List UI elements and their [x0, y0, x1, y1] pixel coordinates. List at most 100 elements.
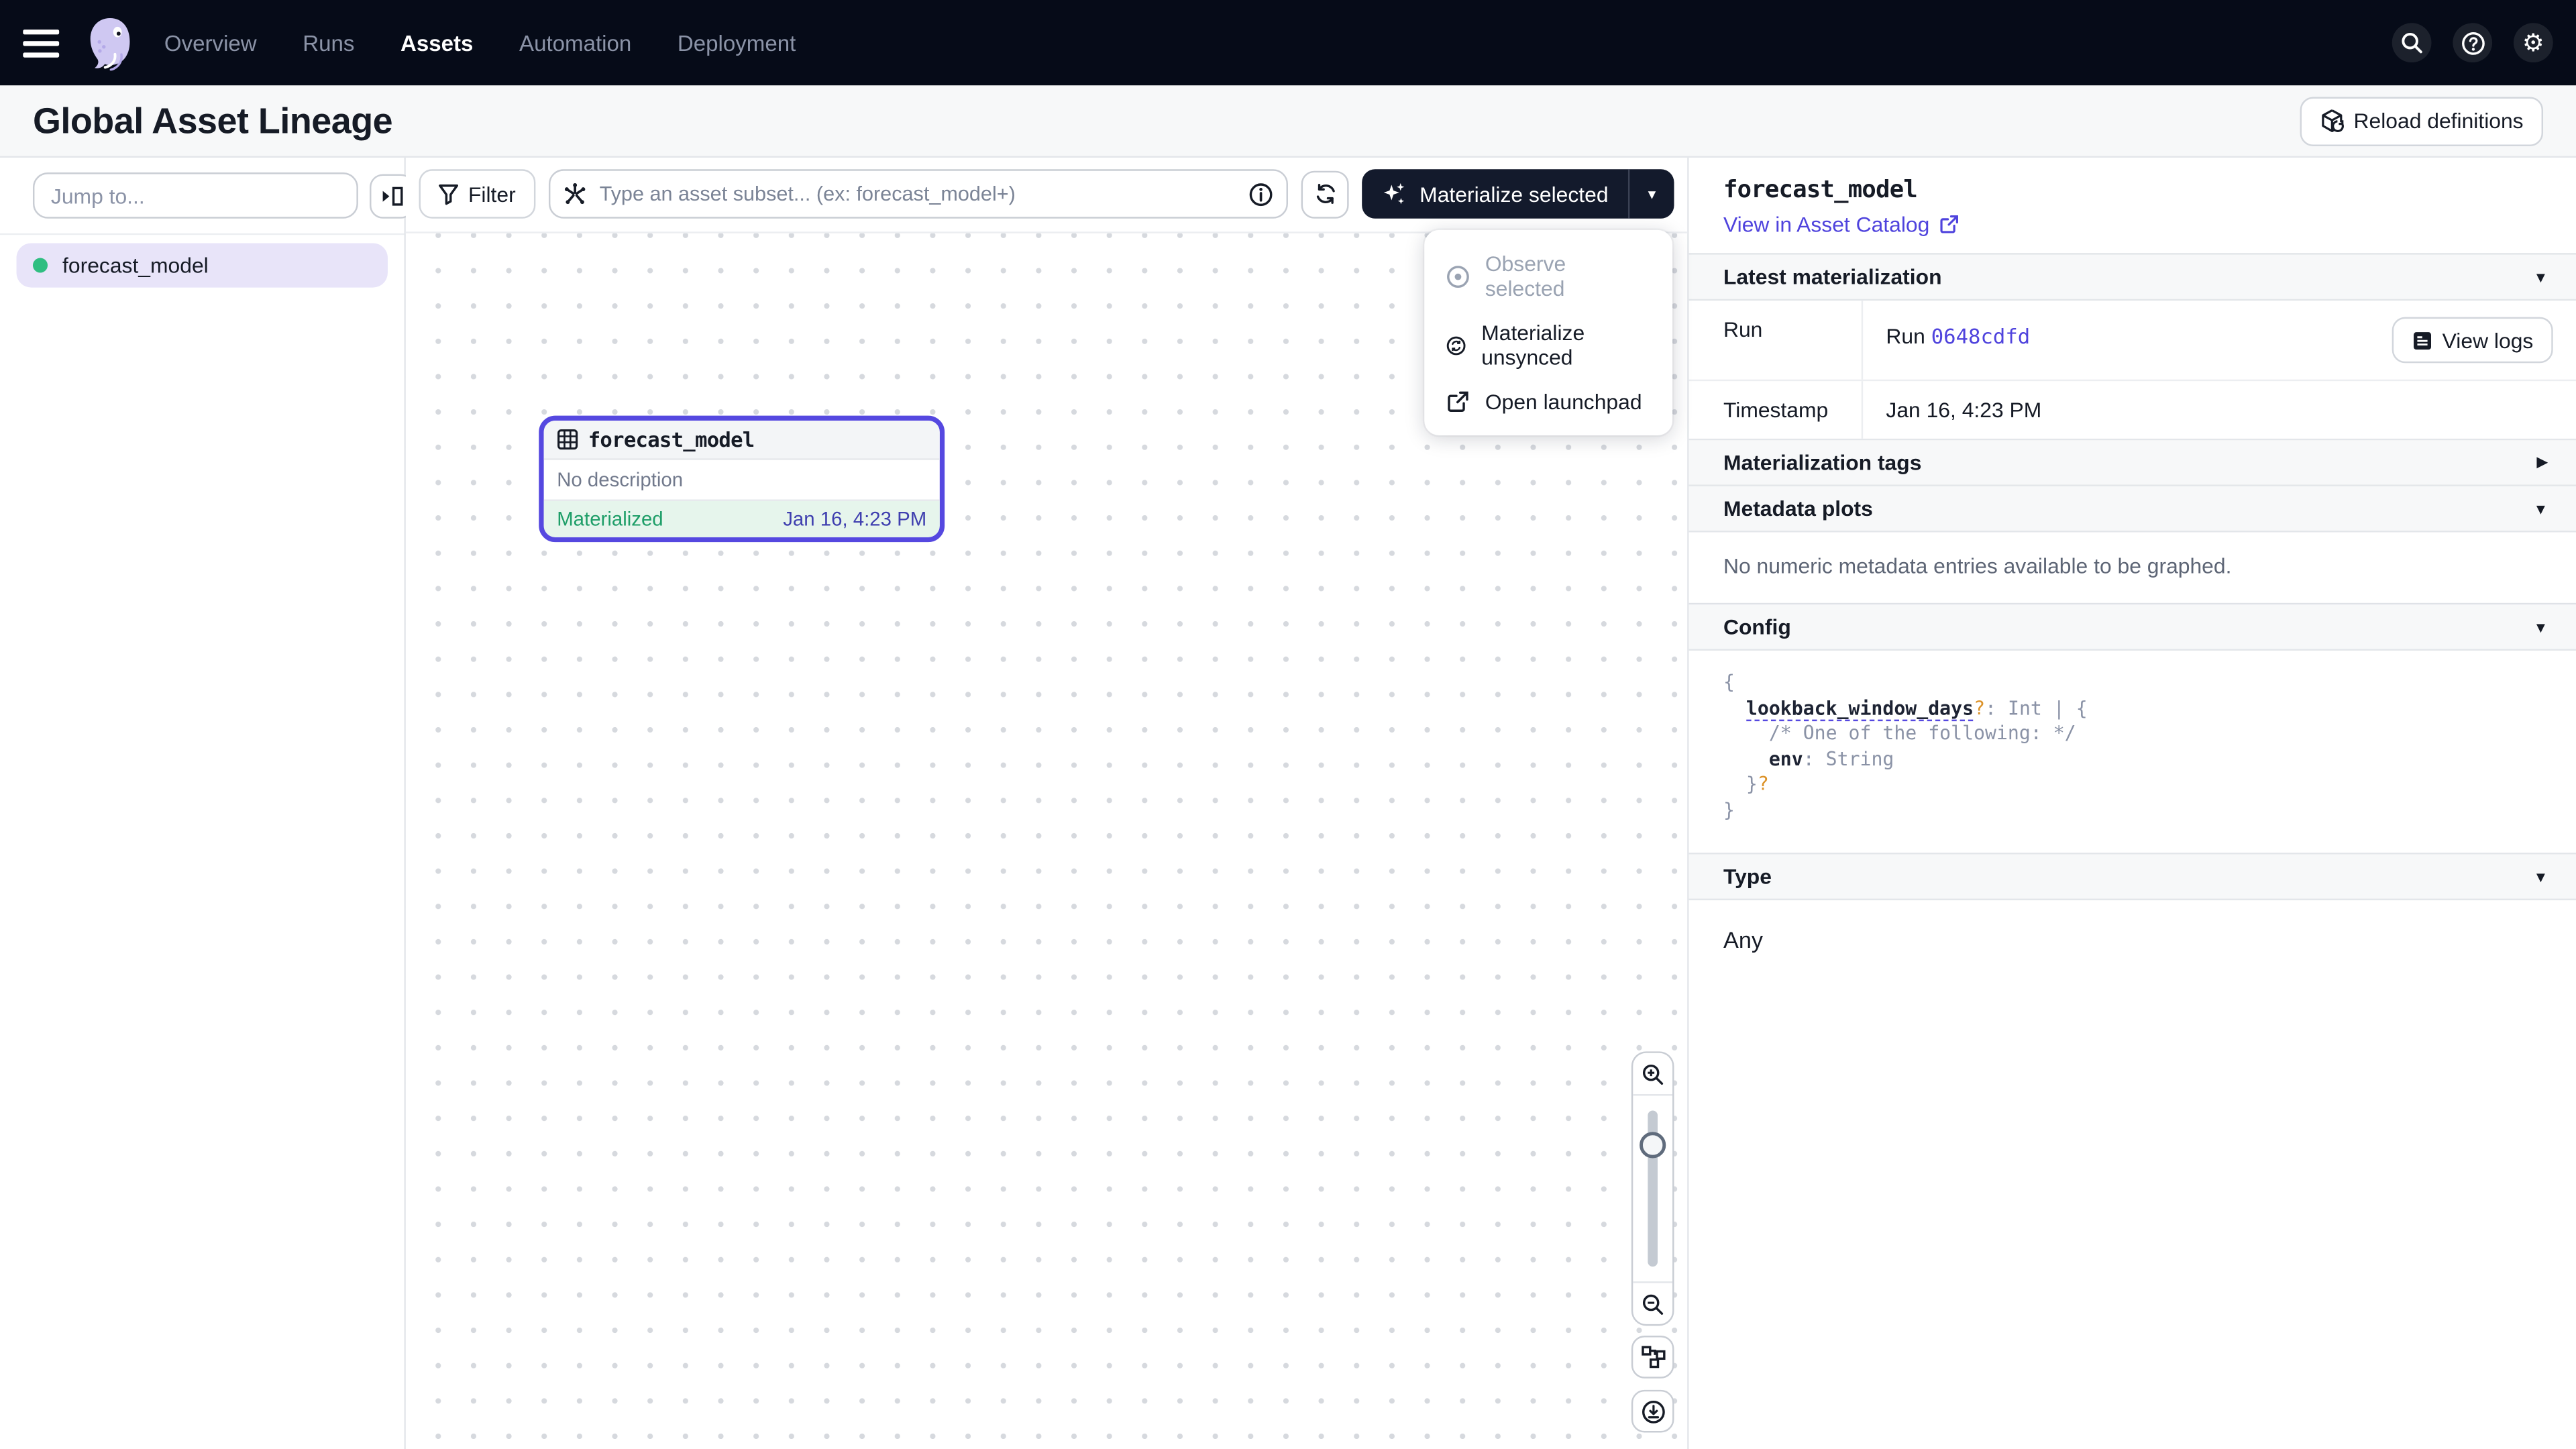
nav-overview[interactable]: Overview [164, 30, 257, 55]
materialize-selected-button[interactable]: Materialize selected [1362, 169, 1627, 218]
download-icon [1640, 1399, 1665, 1424]
asset-node-forecast-model[interactable]: forecast_model No description Materializ… [539, 416, 945, 543]
external-link-icon [1446, 389, 1470, 414]
sparkle-icon [1382, 180, 1408, 207]
timestamp-label: Timestamp [1689, 381, 1864, 439]
nav-automation[interactable]: Automation [519, 30, 631, 55]
run-id-link[interactable]: 0648cdfd [1931, 323, 2030, 348]
sync-icon [1446, 333, 1466, 358]
catalog-link-label: View in Asset Catalog [1723, 212, 1929, 237]
node-timestamp: Jan 16, 4:23 PM [783, 508, 926, 531]
zoom-out-icon [1642, 1292, 1664, 1315]
materialize-dropdown-toggle[interactable]: ▼ [1628, 169, 1674, 218]
lineage-toolbar: Filter [406, 158, 1687, 230]
help-icon [2460, 30, 2485, 55]
external-link-icon [1938, 213, 1960, 235]
run-row: Run Run 0648cdfd View lo [1689, 301, 2576, 381]
table-asset-icon [557, 429, 578, 450]
jump-to-input[interactable] [33, 172, 358, 219]
metadata-plots-empty-message: No numeric metadata entries available to… [1689, 532, 2576, 604]
zoom-in-button[interactable] [1633, 1053, 1672, 1096]
target-icon [1446, 264, 1470, 288]
section-title: Config [1723, 614, 1791, 639]
section-materialization-tags[interactable]: Materialization tags ▶ [1689, 440, 2576, 486]
asset-list-sidebar: forecast_model [0, 158, 406, 1449]
filter-funnel-icon [439, 183, 458, 205]
section-config[interactable]: Config ▼ [1689, 604, 2576, 651]
menu-item-label: Open launchpad [1485, 389, 1642, 414]
menu-item-materialize-unsynced[interactable]: Materialize unsynced [1424, 311, 1672, 380]
reload-definitions-button[interactable]: Reload definitions [2300, 96, 2543, 145]
primary-nav: Overview Runs Assets Automation Deployme… [164, 30, 796, 55]
config-code-block: { lookback_window_days?: Int | { /* One … [1689, 651, 2576, 853]
dagster-logo-icon[interactable] [82, 15, 138, 70]
reload-cube-icon [2319, 109, 2344, 133]
run-label: Run [1689, 301, 1864, 380]
global-asset-lineage-page: Overview Runs Assets Automation Deployme… [0, 0, 2576, 1449]
caret-down-icon: ▼ [2534, 619, 2548, 635]
type-value: Any [1689, 900, 2576, 979]
section-metadata-plots[interactable]: Metadata plots ▼ [1689, 486, 2576, 533]
config-comment: /* One of the following: */ [1769, 721, 2076, 744]
sidebar-item-label: forecast_model [62, 253, 209, 278]
section-title: Type [1723, 864, 1772, 889]
refresh-icon [1313, 182, 1336, 205]
caret-down-icon: ▼ [2534, 268, 2548, 284]
materialized-status-dot-icon [33, 258, 48, 272]
node-title: forecast_model [588, 427, 755, 452]
top-nav: Overview Runs Assets Automation Deployme… [0, 0, 2576, 85]
timestamp-value: Jan 16, 4:23 PM [1886, 398, 2041, 423]
nav-runs[interactable]: Runs [303, 30, 354, 55]
materialize-dropdown-menu: Observe selected Materialize unsynced [1424, 230, 1672, 435]
reload-definitions-label: Reload definitions [2354, 109, 2524, 133]
refresh-button[interactable] [1301, 170, 1349, 217]
settings-button[interactable]: ⚙ [2514, 23, 2553, 62]
caret-down-icon: ▼ [2534, 868, 2548, 884]
zoom-in-icon [1642, 1062, 1664, 1085]
section-latest-materialization[interactable]: Latest materialization ▼ [1689, 253, 2576, 301]
asset-subset-input[interactable] [549, 169, 1289, 218]
run-text: Run [1886, 323, 1925, 348]
asset-details-panel: forecast_model View in Asset Catalog Lat… [1687, 158, 2576, 1449]
section-type[interactable]: Type ▼ [1689, 853, 2576, 900]
node-description: No description [544, 460, 940, 501]
menu-item-observe-selected[interactable]: Observe selected [1424, 241, 1672, 311]
hamburger-menu-icon[interactable] [23, 21, 66, 64]
caret-right-icon: ▶ [2536, 453, 2548, 472]
page-title: Global Asset Lineage [33, 99, 392, 142]
logs-icon [2411, 329, 2432, 351]
materialize-selected-label: Materialize selected [1419, 182, 1608, 207]
menu-item-label: Materialize unsynced [1481, 321, 1651, 370]
timestamp-row: Timestamp Jan 16, 4:23 PM [1689, 381, 2576, 439]
asset-subset-icon [564, 182, 586, 205]
materialize-split-button: Materialize selected ▼ [1362, 169, 1674, 218]
sidebar-item-forecast-model[interactable]: forecast_model [16, 243, 387, 287]
zoom-slider-thumb[interactable] [1640, 1132, 1666, 1158]
view-in-asset-catalog-link[interactable]: View in Asset Catalog [1723, 212, 1959, 237]
search-button[interactable] [2392, 23, 2432, 62]
gear-icon: ⚙ [2522, 30, 2544, 55]
menu-item-open-launchpad[interactable]: Open launchpad [1424, 380, 1672, 424]
filter-button[interactable]: Filter [419, 169, 535, 218]
download-graph-button[interactable] [1631, 1390, 1674, 1433]
zoom-out-button[interactable] [1633, 1281, 1672, 1324]
menu-item-label: Observe selected [1485, 252, 1651, 301]
caret-down-icon: ▼ [1646, 186, 1658, 201]
node-status-badge: Materialized [557, 508, 663, 531]
caret-down-icon: ▼ [2534, 500, 2548, 517]
nav-assets[interactable]: Assets [400, 30, 473, 55]
zoom-controls [1631, 1051, 1674, 1326]
config-env-key: env [1769, 747, 1803, 769]
lineage-canvas: Filter [406, 158, 1687, 1449]
help-button[interactable] [2453, 23, 2492, 62]
zoom-slider [1633, 1095, 1672, 1281]
view-logs-button[interactable]: View logs [2392, 317, 2553, 364]
latest-materialization-table: Run Run 0648cdfd View lo [1689, 301, 2576, 440]
nav-deployment[interactable]: Deployment [678, 30, 796, 55]
section-title: Latest materialization [1723, 264, 1942, 289]
view-logs-label: View logs [2443, 328, 2534, 353]
info-icon[interactable] [1248, 182, 1273, 207]
rearrange-graph-button[interactable] [1631, 1336, 1674, 1379]
section-title: Metadata plots [1723, 496, 1873, 521]
title-bar: Global Asset Lineage Reload definitions [0, 85, 2576, 158]
